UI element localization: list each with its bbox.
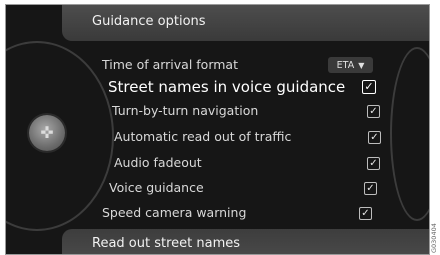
- page-title: Guidance options: [92, 14, 206, 29]
- compass-icon: ✜: [40, 123, 54, 142]
- menu-item-label: Time of arrival format: [102, 57, 238, 72]
- footer-menu-item-read-out-street-names[interactable]: Read out street names: [92, 236, 240, 251]
- menu-item-label: Voice guidance: [109, 180, 204, 195]
- infotainment-screen: Guidance options ✜ Time of arrival forma…: [5, 4, 430, 255]
- right-arc-decoration: [390, 47, 429, 221]
- menu-item-label: Turn-by-turn navigation: [112, 103, 259, 118]
- checkbox-checked-icon[interactable]: ✓: [367, 157, 380, 170]
- menu-item-label: Automatic read out of traffic: [114, 129, 292, 144]
- menu-item-automatic-read-out-of-traffic[interactable]: Automatic read out of traffic ✓: [114, 129, 384, 147]
- navigation-knob[interactable]: ✜: [29, 115, 65, 151]
- menu-item-label: Street names in voice guidance: [108, 78, 346, 96]
- checkbox-checked-icon[interactable]: ✓: [362, 80, 376, 94]
- menu-item-label: Audio fadeout: [114, 155, 202, 170]
- menu-item-audio-fadeout[interactable]: Audio fadeout ✓: [114, 155, 384, 173]
- checkbox-checked-icon[interactable]: ✓: [359, 207, 372, 220]
- menu-item-speed-camera-warning[interactable]: Speed camera warning ✓: [102, 205, 377, 223]
- menu-item-street-names-in-voice-guidance[interactable]: Street names in voice guidance ✓: [108, 78, 378, 98]
- menu-item-label: Speed camera warning: [102, 205, 247, 220]
- menu-item-voice-guidance[interactable]: Voice guidance ✓: [109, 180, 379, 198]
- eta-value: ETA: [336, 59, 355, 71]
- checkbox-checked-icon[interactable]: ✓: [367, 105, 380, 118]
- image-code: G030404: [430, 223, 438, 253]
- menu-item-turn-by-turn-navigation[interactable]: Turn-by-turn navigation ✓: [112, 103, 382, 121]
- checkbox-checked-icon[interactable]: ✓: [368, 131, 381, 144]
- checkbox-checked-icon[interactable]: ✓: [364, 182, 377, 195]
- eta-dropdown[interactable]: ETA ▼: [328, 57, 373, 73]
- triangle-down-icon: ▼: [358, 60, 365, 70]
